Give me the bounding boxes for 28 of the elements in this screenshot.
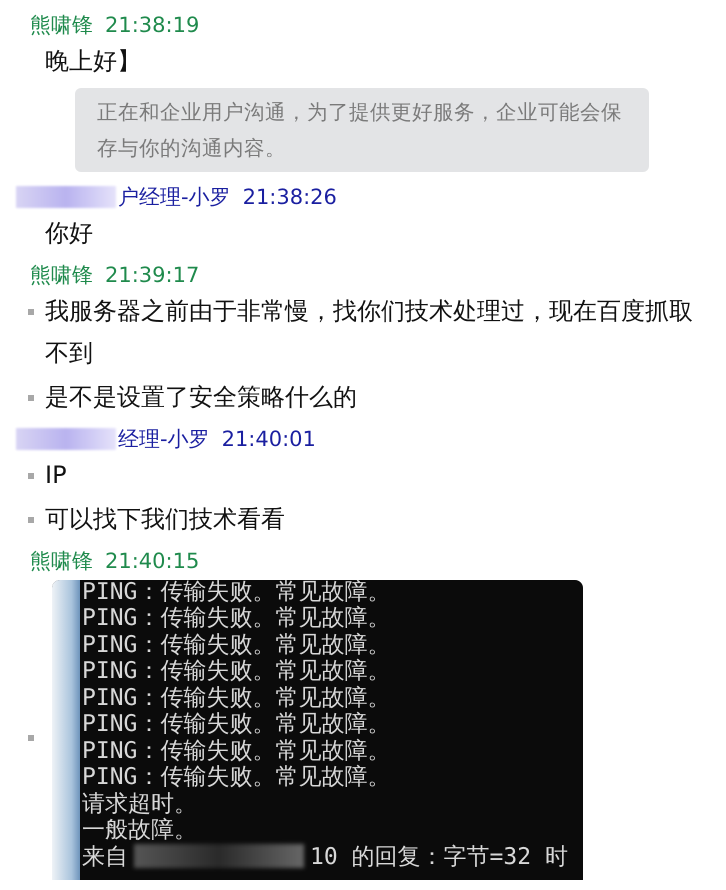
terminal-line: 来自 xyxy=(82,842,128,872)
terminal-line: 10 的回复：字节=32 时 xyxy=(310,842,568,872)
message-time: 21:38:26 xyxy=(242,185,337,209)
message-time: 21:40:15 xyxy=(105,549,200,573)
message-text: 你好 xyxy=(45,218,93,249)
terminal-line: PING：传输失败。常见故障。 xyxy=(82,736,390,764)
message-text: 我服务器之前由于非常慢，找你们技术处理过，现在百度抓取不到 xyxy=(45,296,694,369)
terminal-line: PING：传输失败。常见故障。 xyxy=(82,604,390,632)
notice-message: 正在和企业用户沟通，为了提供更好服务，企业可能会保存与你的沟通内容。 xyxy=(75,88,649,172)
message-time: 21:39:17 xyxy=(105,263,200,287)
message-time: 21:40:01 xyxy=(222,427,316,451)
terminal-line: 一般故障。 xyxy=(82,816,197,845)
message-text: 是不是设置了安全策略什么的 xyxy=(45,382,357,413)
message-text: IP xyxy=(45,460,67,491)
terminal-line: PING：传输失败。常见故障。 xyxy=(82,684,390,712)
sender-name: 经理-小罗 xyxy=(118,426,210,453)
terminal-line: 请求超时。 xyxy=(82,790,197,818)
terminal-line: PING：传输失败。常见故障。 xyxy=(82,710,390,738)
sender-name: 熊啸锋 xyxy=(30,12,93,39)
message-text: 可以找下我们技术看看 xyxy=(45,504,285,535)
terminal-line: PING：传输失败。常见故障。 xyxy=(82,630,390,658)
sender-name: 熊啸锋 xyxy=(30,262,93,289)
message-text: 晚上好】 xyxy=(45,46,141,77)
message-time: 21:38:19 xyxy=(105,13,200,37)
terminal-line: PING：传输失败。常见故障。 xyxy=(82,657,390,686)
sender-name: 熊啸锋 xyxy=(30,548,93,575)
sender-name: 户经理-小罗 xyxy=(118,184,231,211)
terminal-line: PING：传输失败。常见故障。 xyxy=(82,763,390,792)
